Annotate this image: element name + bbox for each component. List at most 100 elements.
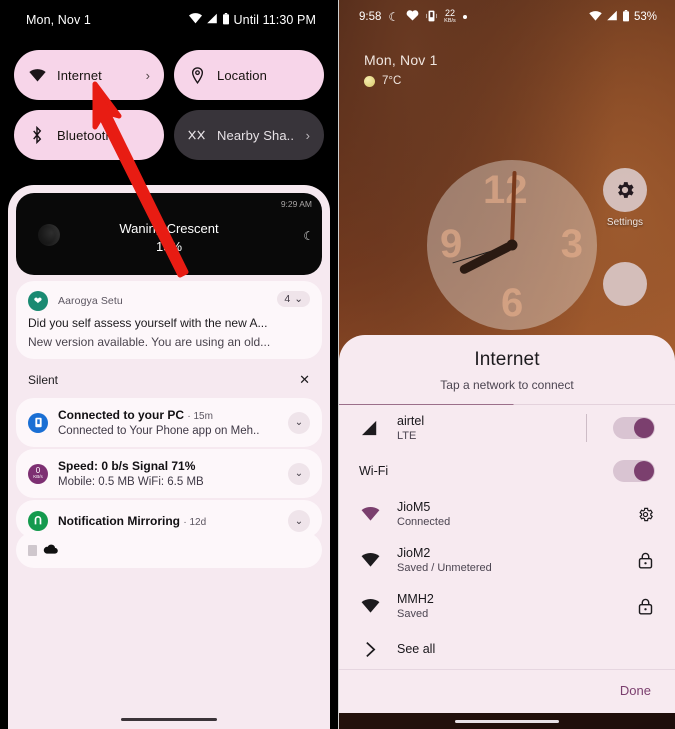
crescent-moon-icon: ☾: [303, 229, 314, 243]
cloud-icon: [43, 541, 58, 559]
wifi-label-wrap: Wi-Fi: [359, 464, 597, 478]
moon-phase-percent: 15%: [155, 239, 183, 254]
close-icon[interactable]: ✕: [299, 372, 310, 388]
phone-link-icon: [28, 412, 48, 433]
mobile-data-toggle[interactable]: [613, 417, 655, 439]
home-weather[interactable]: 7°C: [364, 75, 675, 87]
notification-time: · 15m: [187, 411, 213, 422]
nearby-share-icon: [188, 126, 206, 144]
home-date[interactable]: Mon, Nov 1: [364, 52, 675, 68]
qs-tile-label: Location: [217, 67, 267, 83]
clock-numeral-3: 3: [560, 222, 583, 266]
app-shortcut-partial[interactable]: [603, 262, 647, 306]
network-name: JioM2: [397, 546, 431, 560]
wifi-icon: [188, 13, 202, 27]
network-status: Saved / Unmetered: [397, 562, 492, 574]
moon-phase-widget[interactable]: 9:29 AM Waning Crescent 15% ☾: [16, 193, 322, 275]
network-name: MMH2: [397, 592, 434, 606]
heart-icon: [406, 10, 419, 24]
moon-phase-name: Waning Crescent: [119, 221, 219, 236]
notification-aarogya-setu[interactable]: ❤ Aarogya Setu 4 ⌄ Did you self assess y…: [16, 281, 322, 359]
silent-section-header: Silent ✕: [16, 359, 322, 396]
home-temperature: 7°C: [382, 75, 402, 87]
moon-widget-time: 9:29 AM: [280, 199, 312, 209]
notification-count-badge[interactable]: 4 ⌄: [277, 291, 310, 307]
mobile-network-type: LTE: [397, 430, 417, 442]
notification-title: Notification Mirroring · 12d: [58, 514, 278, 528]
gear-icon[interactable]: [635, 506, 655, 523]
wifi-toggle-row[interactable]: Wi-Fi: [339, 451, 675, 491]
qs-tile-location[interactable]: Location: [174, 50, 324, 100]
qs-tile-label: Nearby Sha..: [217, 127, 295, 143]
cellular-signal-icon: [359, 420, 381, 436]
status-icons-group: Until 11:30 PM: [188, 12, 316, 28]
chevron-right-icon: [359, 641, 381, 658]
qs-tile-internet[interactable]: Internet ›: [14, 50, 164, 100]
status-left-group: 9:58 ☾ 22 KB/s: [359, 9, 467, 25]
internet-dialog-subtitle: Tap a network to connect: [440, 377, 574, 392]
qs-tile-nearby-share[interactable]: Nearby Sha.. ›: [174, 110, 324, 160]
wifi-toggle[interactable]: [613, 460, 655, 482]
chevron-down-icon[interactable]: ⌄: [288, 411, 310, 434]
navigation-pill: [121, 718, 217, 721]
silent-section-title: Silent: [28, 373, 59, 387]
partial-icon-bar: [28, 544, 37, 556]
wifi-label: Wi-Fi: [359, 464, 389, 478]
notification-time: · 12d: [183, 517, 207, 528]
toggle-knob: [634, 418, 654, 438]
notification-line-1: Did you self assess yourself with the ne…: [28, 316, 268, 330]
notification-connected-to-pc[interactable]: Connected to your PC · 15m Connected to …: [16, 398, 322, 447]
status-right-group: 53%: [589, 9, 657, 25]
notification-app-name: Aarogya Setu: [58, 295, 123, 307]
notification-title: Connected to your PC · 15m: [58, 408, 278, 422]
mobile-carrier-name: airtel: [397, 414, 425, 428]
network-row-jiom5[interactable]: JioM5 Connected: [339, 491, 675, 537]
wifi-icon: [28, 66, 46, 84]
phone-cast-icon: [425, 10, 438, 25]
notification-shade: 9:29 AM Waning Crescent 15% ☾ ❤ Aarogya …: [8, 185, 330, 729]
dialog-footer: Done: [339, 670, 675, 713]
clock-center-cap: [506, 239, 518, 251]
network-row-mmh2[interactable]: MMH2 Saved: [339, 583, 675, 629]
see-all-row[interactable]: See all: [339, 629, 675, 669]
wifi-icon: [359, 553, 381, 567]
network-name: JioM5: [397, 500, 431, 514]
app-shortcut-settings[interactable]: Settings: [603, 168, 647, 228]
notification-mirroring-icon: [28, 511, 48, 531]
quick-settings-panel: Mon, Nov 1 Until 11:30 PM Internet › Loc…: [0, 0, 339, 729]
row-divider: [586, 414, 587, 442]
notification-subtitle: Connected to Your Phone app on Meh..: [58, 425, 260, 437]
lock-icon[interactable]: [635, 598, 655, 615]
app-shortcut-label: Settings: [606, 217, 644, 228]
wifi-icon: [359, 507, 381, 521]
notification-subtitle: Mobile: 0.5 MB WiFi: 6.5 MB: [58, 476, 204, 488]
speed-meter-icon: 0 KB/s: [28, 463, 48, 484]
chevron-down-icon[interactable]: ⌄: [288, 510, 310, 532]
mobile-network-row[interactable]: airtel LTE: [339, 405, 675, 451]
location-pin-icon: [188, 66, 206, 84]
network-row-jiom2[interactable]: JioM2 Saved / Unmetered: [339, 537, 675, 583]
speed-unit: KB/s: [33, 474, 43, 480]
qs-tile-bluetooth[interactable]: Bluetooth: [14, 110, 164, 160]
battery-percent: 53%: [633, 11, 657, 23]
chevron-right-icon[interactable]: ›: [306, 128, 310, 143]
notification-title-text: Connected to your PC: [58, 408, 185, 422]
network-text: MMH2 Saved: [397, 592, 619, 620]
lock-icon[interactable]: [635, 552, 655, 569]
network-text: JioM2 Saved / Unmetered: [397, 546, 619, 574]
chevron-right-icon[interactable]: ›: [146, 68, 150, 83]
toggle-knob: [634, 461, 654, 481]
status-time: 9:58: [359, 11, 382, 23]
notification-partial-bottom[interactable]: [16, 532, 322, 568]
home-screen-panel: 9:58 ☾ 22 KB/s 53% Mon, Nov 1 7°C 12 3 6…: [339, 0, 675, 729]
analog-clock-widget[interactable]: 12 3 6 9: [427, 160, 597, 330]
wifi-icon: [589, 10, 602, 24]
navigation-pill: [455, 719, 559, 723]
notification-speed-meter[interactable]: 0 KB/s Speed: 0 b/s Signal 71% Mobile: 0…: [16, 449, 322, 498]
internet-dialog: Internet Tap a network to connect airtel…: [339, 334, 675, 713]
battery-status-text: Until 11:30 PM: [233, 13, 316, 27]
done-button[interactable]: Done: [620, 683, 651, 698]
quick-settings-grid: Internet › Location Bluetooth Nearby Sha…: [0, 40, 338, 160]
data-speed-value: 22: [444, 8, 455, 19]
chevron-down-icon[interactable]: ⌄: [288, 462, 310, 485]
